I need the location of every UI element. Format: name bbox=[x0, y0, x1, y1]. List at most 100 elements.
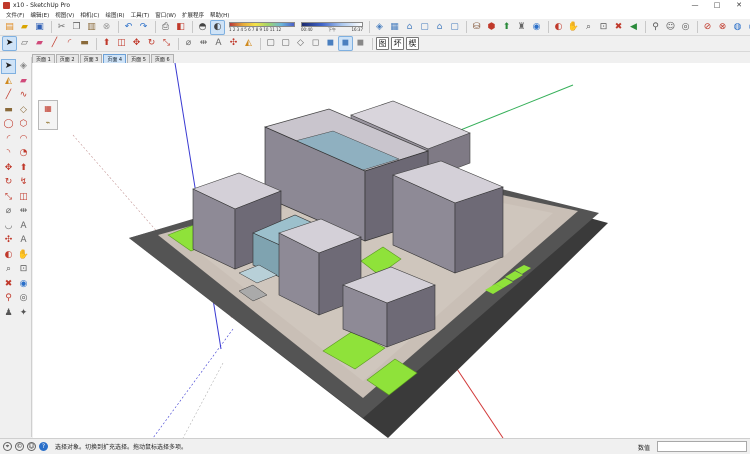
shadow-time-slider[interactable]: 00:40 下午 16:37 bbox=[301, 21, 363, 33]
rotate-icon[interactable]: ↻ bbox=[2, 176, 15, 189]
erase-selected-icon[interactable]: ⊗ bbox=[100, 21, 113, 34]
make-component-icon[interactable]: ▱ bbox=[18, 37, 31, 50]
look-around-icon[interactable]: ◎ bbox=[17, 292, 30, 305]
wireframe-style-icon[interactable]: ◇ bbox=[294, 37, 307, 50]
menu-tools[interactable]: 工具(T) bbox=[128, 11, 153, 19]
warehouse-icon[interactable]: ⛁ bbox=[470, 21, 483, 34]
new-file-icon[interactable]: ▤ bbox=[3, 21, 16, 34]
previous-view-icon[interactable]: ◀ bbox=[627, 21, 640, 34]
position-camera-icon[interactable]: ⚲ bbox=[2, 292, 15, 305]
menu-edit[interactable]: 编辑(E) bbox=[27, 11, 52, 19]
pie-icon[interactable]: ◔ bbox=[17, 147, 30, 160]
user-icon[interactable]: ☺ bbox=[27, 442, 36, 451]
menu-camera[interactable]: 相机(C) bbox=[77, 11, 102, 19]
redo-icon[interactable]: ↷ bbox=[137, 21, 150, 34]
minimize-button[interactable]: — bbox=[684, 0, 706, 10]
open-file-icon[interactable]: ▰ bbox=[18, 21, 31, 34]
shadows-toggle-icon[interactable]: ◓ bbox=[196, 21, 209, 34]
scene-canvas[interactable] bbox=[33, 63, 750, 438]
display-section-planes-icon[interactable]: ⊗ bbox=[716, 21, 729, 34]
section-plane-icon[interactable]: ✦ bbox=[17, 307, 30, 320]
select-icon[interactable]: ➤ bbox=[1, 59, 16, 74]
rotated-rectangle-icon[interactable]: ◇ bbox=[17, 104, 30, 117]
menu-view[interactable]: 视图(V) bbox=[52, 11, 77, 19]
arc-icon[interactable]: ◜ bbox=[2, 133, 15, 146]
offset-icon[interactable]: ◫ bbox=[115, 37, 128, 50]
measurements-input[interactable] bbox=[657, 441, 747, 452]
rectangle-tool-icon[interactable]: ▬ bbox=[78, 37, 91, 50]
back-view-icon[interactable]: ⌂ bbox=[433, 21, 446, 34]
look-around-icon[interactable]: ◎ bbox=[679, 21, 692, 34]
fog-toggle-icon[interactable]: ◐ bbox=[210, 19, 225, 35]
display-section-cuts-icon[interactable]: ◍ bbox=[731, 21, 744, 34]
zoom-icon[interactable]: ⌕ bbox=[2, 263, 15, 276]
copy-icon[interactable]: ❐ bbox=[70, 21, 83, 34]
monochrome-style-icon[interactable]: ◼ bbox=[354, 37, 367, 50]
menu-file[interactable]: 文件(F) bbox=[3, 11, 27, 19]
top-view-icon[interactable]: ▦ bbox=[388, 21, 401, 34]
polygon-icon[interactable]: ⬡ bbox=[17, 118, 30, 131]
geo-location-icon[interactable]: ⌖ bbox=[3, 442, 12, 451]
credits-icon[interactable]: © bbox=[15, 442, 24, 451]
text-icon[interactable]: A bbox=[17, 220, 30, 233]
select-tool-icon[interactable]: ➤ bbox=[2, 36, 17, 51]
offset-icon[interactable]: ◫ bbox=[17, 191, 30, 204]
rotate-tool-icon[interactable]: ↻ bbox=[145, 37, 158, 50]
follow-me-icon[interactable]: ↯ bbox=[17, 176, 30, 189]
eraser-icon[interactable]: ▰ bbox=[17, 75, 30, 88]
menu-extensions[interactable]: 扩展程序 bbox=[179, 11, 207, 19]
scene-tab-5[interactable]: 页面 5 bbox=[127, 54, 150, 63]
zoom-extents-icon[interactable]: ✖ bbox=[2, 278, 15, 291]
dimension-icon[interactable]: ⇹ bbox=[197, 37, 210, 50]
close-button[interactable]: ✕ bbox=[728, 0, 750, 10]
line-icon[interactable]: ╱ bbox=[2, 89, 15, 102]
scale-tool-icon[interactable]: ⤡ bbox=[160, 37, 173, 50]
section-fill-icon[interactable]: ◉ bbox=[746, 21, 750, 34]
scene-tab-3[interactable]: 页面 3 bbox=[79, 54, 103, 63]
plugin-section-label-2[interactable]: 坏 bbox=[391, 37, 404, 50]
paste-icon[interactable]: ▥ bbox=[85, 21, 98, 34]
pan-icon[interactable]: ✋ bbox=[17, 249, 30, 262]
axes-icon[interactable]: ✣ bbox=[2, 234, 15, 247]
section-plane-icon[interactable]: ⊘ bbox=[701, 21, 714, 34]
undo-icon[interactable]: ↶ bbox=[122, 21, 135, 34]
circle-icon[interactable]: ◯ bbox=[2, 118, 15, 131]
scene-tab-1[interactable]: 页面 1 bbox=[32, 54, 55, 63]
orbit-icon[interactable]: ◐ bbox=[2, 249, 15, 262]
floating-select-icon[interactable]: ▦ bbox=[41, 102, 55, 114]
push-pull-icon[interactable]: ⬆ bbox=[17, 162, 30, 175]
scale-icon[interactable]: ⤡ bbox=[2, 191, 15, 204]
zoom-window-icon[interactable]: ⊡ bbox=[17, 263, 30, 276]
get-models-icon[interactable]: ♜ bbox=[515, 21, 528, 34]
zoom-icon[interactable]: ⌕ bbox=[582, 21, 595, 34]
arc-tool-icon[interactable]: ◜ bbox=[63, 37, 76, 50]
menu-help[interactable]: 帮助(H) bbox=[207, 11, 232, 19]
freehand-icon[interactable]: ∿ bbox=[17, 89, 30, 102]
shaded-style-icon[interactable]: ◼ bbox=[324, 37, 337, 50]
walk-icon[interactable]: ☺ bbox=[664, 21, 677, 34]
share-model-icon[interactable]: ⬆ bbox=[500, 21, 513, 34]
orbit-icon[interactable]: ◐ bbox=[552, 21, 565, 34]
dimension-icon[interactable]: ⇹ bbox=[17, 205, 30, 218]
position-camera-icon[interactable]: ⚲ bbox=[649, 21, 662, 34]
paint-icon[interactable]: ◭ bbox=[2, 75, 15, 88]
print-icon[interactable]: ⎙ bbox=[159, 21, 172, 34]
cut-icon[interactable]: ✂ bbox=[55, 21, 68, 34]
push-pull-icon[interactable]: ⬆ bbox=[100, 37, 113, 50]
plugin-section-label-1[interactable]: 图 bbox=[376, 37, 389, 50]
scene-tab-4[interactable]: 页面 4 bbox=[103, 54, 127, 63]
zoom-window-icon[interactable]: ⊡ bbox=[597, 21, 610, 34]
extension-store-icon[interactable]: ⬢ bbox=[485, 21, 498, 34]
help-icon[interactable]: ? bbox=[39, 442, 48, 451]
walk-icon[interactable]: ♟ bbox=[2, 307, 15, 320]
model-viewport[interactable]: ▦ ⌁ bbox=[33, 63, 750, 438]
shadow-date-slider[interactable]: 1 2 3 4 5 6 7 8 9 10 11 12 bbox=[229, 21, 295, 33]
plugin-section-label-3[interactable]: 楔 bbox=[406, 37, 419, 50]
floating-broom-icon[interactable]: ⌁ bbox=[41, 116, 55, 128]
scene-tab-6[interactable]: 页面 6 bbox=[150, 54, 174, 63]
model-info-icon[interactable]: ◧ bbox=[174, 21, 187, 34]
move-icon[interactable]: ✥ bbox=[2, 162, 15, 175]
protractor-icon[interactable]: ◡ bbox=[2, 220, 15, 233]
pan-icon[interactable]: ✋ bbox=[567, 21, 580, 34]
menu-draw[interactable]: 绘图(R) bbox=[102, 11, 127, 19]
